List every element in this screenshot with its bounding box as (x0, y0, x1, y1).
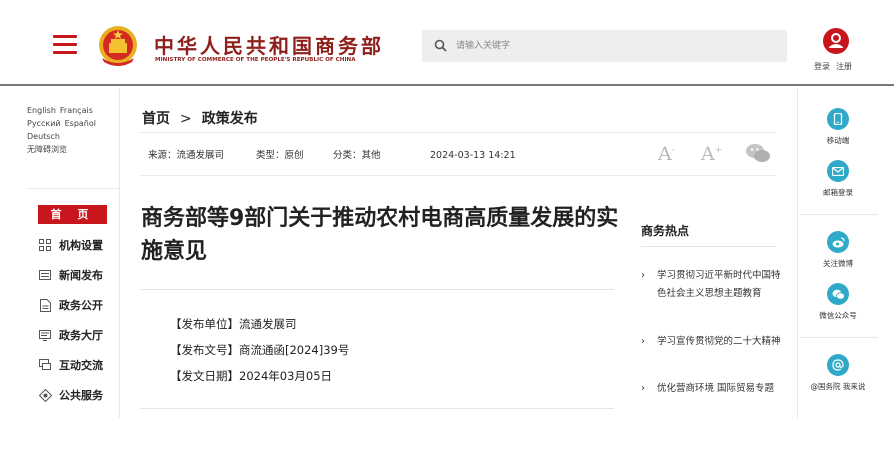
weibo-link[interactable]: 关注微博 (798, 231, 878, 269)
wechat-share-icon[interactable] (745, 143, 771, 163)
news-icon (38, 268, 52, 282)
mobile-link[interactable]: 移动端 (798, 108, 878, 146)
nav-item-label: 互动交流 (59, 359, 103, 372)
meta-category: 分类：其他 (333, 150, 381, 161)
divider (800, 337, 878, 338)
chevron-right-icon: › (641, 336, 645, 347)
font-increase-letter: A (701, 143, 715, 165)
breadcrumb-current[interactable]: 政策发布 (202, 111, 258, 127)
hot-topic-label: 学习贯彻习近平新时代中国特色社会主义思想主题教育 (657, 270, 781, 299)
nav-item-news[interactable]: 新闻发布 (38, 265, 103, 285)
nav-item-label: 新闻发布 (59, 269, 103, 282)
hot-topics-title: 商务热点 (641, 224, 690, 238)
site-header: 中华人民共和国商务部 MINISTRY OF COMMERCE OF THE P… (0, 0, 894, 86)
wechat-official-link[interactable]: 微信公众号 (798, 283, 878, 321)
breadcrumb-separator: > (180, 111, 192, 127)
rb-label: 移动端 (826, 136, 850, 145)
language-links: English Français Русский Español Deutsch 无… (27, 104, 119, 156)
lang-french[interactable]: Français (60, 106, 93, 115)
nav-item-hall[interactable]: 政务大厅 (38, 325, 103, 345)
nav-item-label: 政务公开 (59, 299, 103, 312)
meta-datetime: 2024-03-13 14:21 (430, 150, 516, 161)
font-decrease-button[interactable]: A- (658, 143, 675, 165)
breadcrumb: 首页 > 政策发布 (142, 108, 258, 128)
nav-item-org[interactable]: 机构设置 (38, 235, 103, 255)
nav-item-label: 政务大厅 (59, 329, 103, 342)
divider (641, 246, 776, 247)
font-decrease-letter: A (658, 143, 672, 165)
wechat-icon (827, 283, 849, 305)
doc-date: 【发文日期】2024年03月05日 (170, 369, 333, 383)
org-icon (38, 238, 52, 252)
rb-label: 邮箱登录 (823, 188, 853, 197)
nav-item-public-service[interactable]: 公共服务 (38, 385, 103, 405)
national-emblem-logo[interactable] (96, 24, 140, 68)
login-link[interactable]: 登录 (814, 62, 830, 71)
nav-item-gov-affairs[interactable]: 政务公开 (38, 295, 103, 315)
doc-issuer: 【发布单位】流通发展司 (170, 317, 297, 331)
lang-german[interactable]: Deutsch (27, 132, 60, 141)
nav-item-label: 机构设置 (59, 239, 103, 252)
rb-label: 关注微博 (823, 259, 853, 268)
mail-icon (827, 160, 849, 182)
rb-label: @国务院 我来说 (810, 382, 866, 391)
divider (140, 132, 776, 133)
divider (140, 175, 776, 176)
accessibility-link[interactable]: 无障碍浏览 (27, 145, 67, 154)
hot-topic-item[interactable]: › 优化营商环境 国际贸易专题 (641, 380, 781, 398)
chat-icon (38, 358, 52, 372)
at-icon (827, 354, 849, 376)
divider (800, 214, 878, 215)
menu-icon[interactable] (53, 35, 77, 55)
font-increase-button[interactable]: A+ (701, 143, 722, 165)
document-icon (38, 298, 52, 312)
state-council-link[interactable]: @国务院 我来说 (798, 354, 878, 392)
hall-icon (38, 328, 52, 342)
divider (27, 188, 119, 189)
mail-login-link[interactable]: 邮箱登录 (798, 160, 878, 198)
divider (140, 289, 614, 290)
service-icon (38, 388, 52, 402)
chevron-right-icon: › (641, 270, 645, 281)
register-link[interactable]: 注册 (836, 62, 852, 71)
search-box (422, 30, 787, 62)
chevron-right-icon: › (641, 383, 645, 394)
plus-mark: + (714, 145, 723, 156)
user-avatar-icon[interactable] (823, 28, 849, 54)
nav-home[interactable]: 首 页 (38, 205, 107, 224)
lang-russian[interactable]: Русский (27, 119, 61, 128)
meta-source: 来源：流通发展司 (148, 150, 225, 161)
user-links: 登录 注册 (814, 61, 858, 72)
site-subtitle: MINISTRY OF COMMERCE OF THE PEOPLE'S REP… (155, 57, 356, 63)
nav-item-label: 公共服务 (59, 389, 103, 402)
nav-item-interaction[interactable]: 互动交流 (38, 355, 103, 375)
hot-topic-label: 学习宣传贯彻党的二十大精神 (657, 336, 781, 347)
weibo-icon (827, 231, 849, 253)
lang-spanish[interactable]: Español (65, 119, 96, 128)
meta-type: 类型：原创 (256, 150, 304, 161)
search-icon[interactable] (434, 39, 447, 52)
breadcrumb-home[interactable]: 首页 (142, 111, 170, 127)
hot-topic-item[interactable]: › 学习贯彻习近平新时代中国特色社会主义思想主题教育 (641, 267, 781, 303)
hot-topic-label: 优化营商环境 国际贸易专题 (657, 383, 775, 394)
lang-english[interactable]: English (27, 106, 56, 115)
site-title[interactable]: 中华人民共和国商务部 (154, 30, 384, 59)
hot-topic-item[interactable]: › 学习宣传贯彻党的二十大精神 (641, 333, 781, 351)
doc-number: 【发布文号】商流通函[2024]39号 (170, 343, 350, 357)
article-meta: 来源：流通发展司 类型：原创 分类：其他 2024-03-13 14:21 (148, 147, 516, 161)
mobile-icon (827, 108, 849, 130)
minus-mark: - (671, 145, 675, 156)
article-title: 商务部等9部门关于推动农村电商高质量发展的实施意见 (141, 206, 619, 264)
rb-label: 微信公众号 (819, 311, 857, 320)
divider (140, 408, 614, 409)
search-input[interactable] (456, 36, 776, 56)
